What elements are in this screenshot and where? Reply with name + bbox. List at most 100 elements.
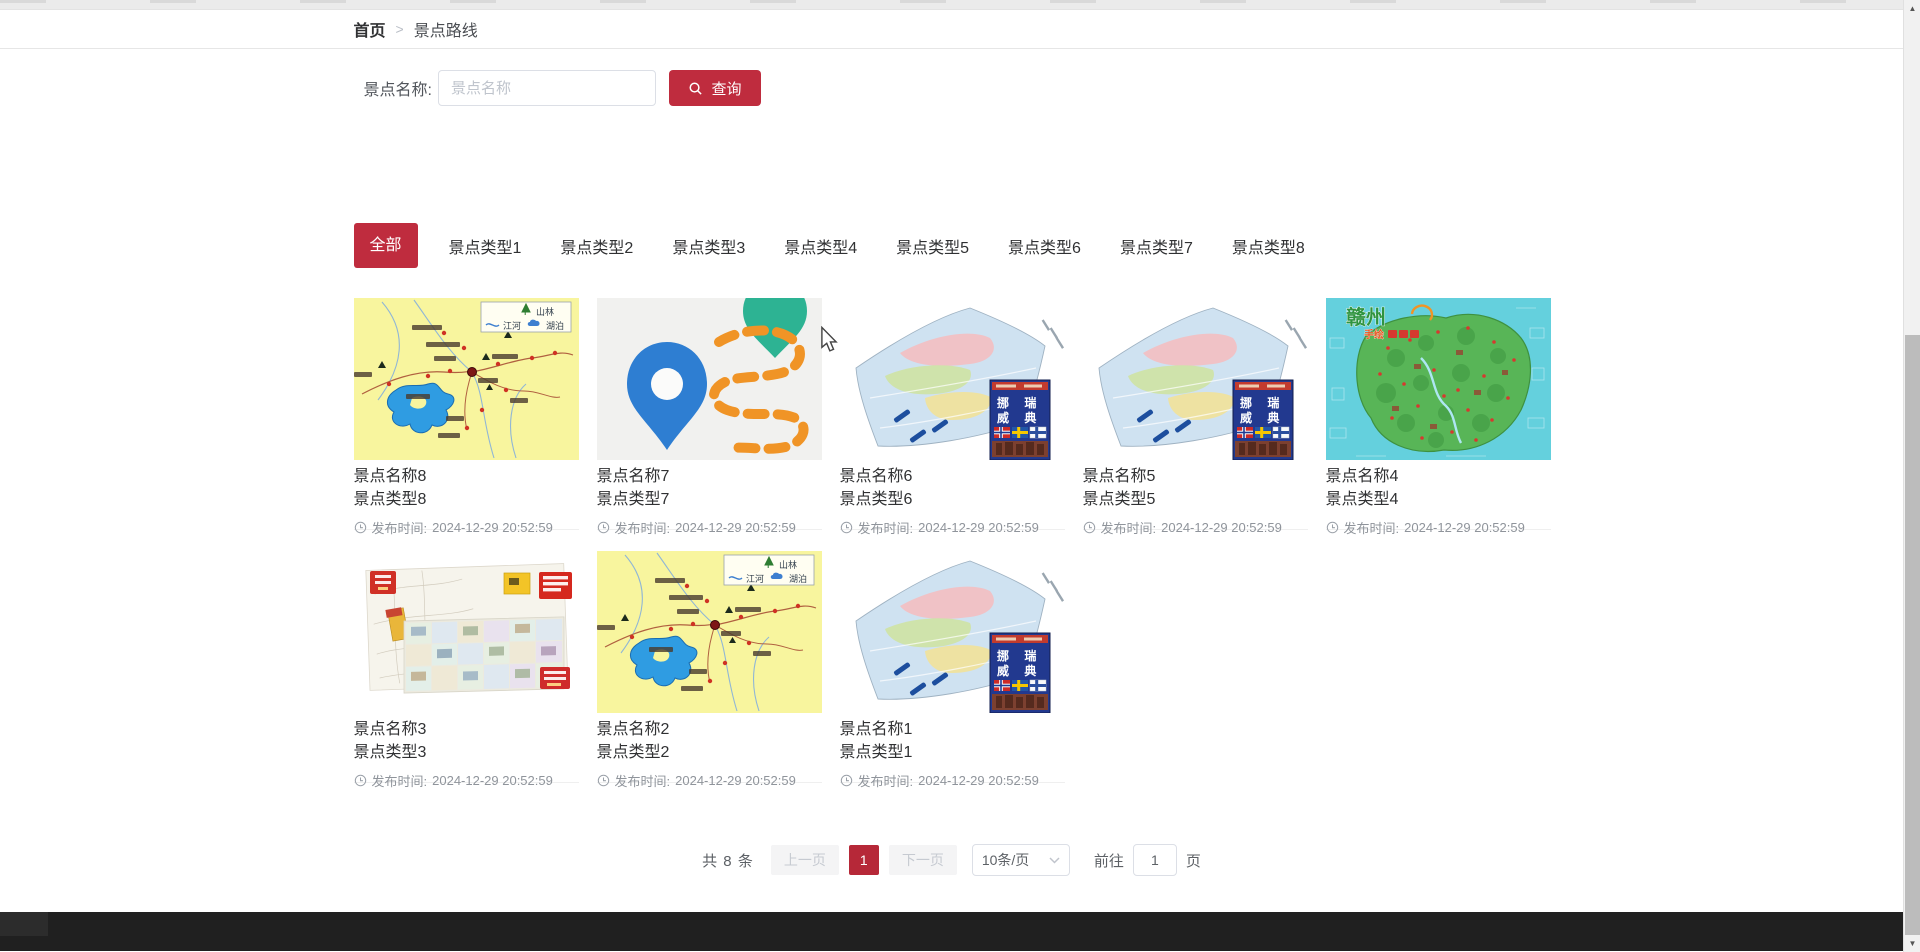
- scenic-card[interactable]: 景点名称8 景点类型8 发布时间: 2024-12-29 20:52:59: [353, 298, 579, 536]
- scenic-card[interactable]: 景点名称5 景点类型5 发布时间: 2024-12-29 20:52:59: [1082, 298, 1308, 536]
- breadcrumb-home-link[interactable]: 首页: [354, 17, 386, 41]
- search-form: 景点名称: 查询: [354, 70, 1550, 106]
- goto-suffix: 页: [1185, 852, 1201, 870]
- search-button[interactable]: 查询: [668, 70, 761, 106]
- clock-icon: [354, 521, 366, 534]
- card-type: 景点类型5: [1082, 491, 1156, 508]
- clock-icon: [597, 521, 609, 534]
- tabs-bar: 全部 景点类型1 景点类型2 景点类型3 景点类型4 景点类型5 景点类型6 景…: [353, 223, 1550, 268]
- breadcrumb-separator: >: [395, 21, 404, 37]
- goto-page-group: 前往 页: [1094, 844, 1201, 876]
- current-page-button[interactable]: 1: [848, 845, 879, 875]
- pagination: 共 8 条 上一页 1 下一页 10条/页 前往 页: [354, 844, 1550, 876]
- scenic-card[interactable]: 景点名称7 景点类型7 发布时间: 2024-12-29 20:52:59: [596, 298, 822, 536]
- tab-scenic-type-5[interactable]: 景点类型5: [896, 234, 969, 258]
- search-icon: [689, 82, 703, 95]
- card-image: [1082, 298, 1308, 460]
- tab-all[interactable]: 全部: [353, 223, 418, 268]
- publish-time-value: 2024-12-29 20:52:59: [918, 773, 1039, 788]
- tab-scenic-type-4[interactable]: 景点类型4: [784, 234, 857, 258]
- goto-page-input[interactable]: [1132, 844, 1177, 876]
- clock-icon: [840, 774, 852, 787]
- card-type: 景点类型4: [1325, 491, 1399, 508]
- next-page-button[interactable]: 下一页: [888, 845, 957, 875]
- card-type: 景点类型8: [353, 491, 427, 508]
- footer: [0, 912, 1903, 951]
- tab-scenic-type-2[interactable]: 景点类型2: [560, 234, 633, 258]
- prev-page-button[interactable]: 上一页: [770, 845, 839, 875]
- publish-time-label: 发布时间:: [371, 521, 428, 536]
- pagination-total: 共 8 条: [702, 852, 754, 870]
- card-image: [596, 298, 822, 460]
- publish-time-value: 2024-12-29 20:52:59: [1161, 520, 1282, 535]
- publish-time-value: 2024-12-29 20:52:59: [432, 773, 553, 788]
- publish-time-value: 2024-12-29 20:52:59: [675, 520, 796, 535]
- publish-time-label: 发布时间:: [857, 774, 914, 789]
- publish-time-label: 发布时间:: [857, 521, 914, 536]
- breadcrumb-current: 景点路线: [413, 23, 478, 40]
- card-title: 景点名称8: [353, 468, 427, 485]
- card-type: 景点类型6: [839, 491, 913, 508]
- scenic-card[interactable]: 景点名称2 景点类型2 发布时间: 2024-12-29 20:52:59: [596, 551, 822, 789]
- publish-time-label: 发布时间:: [1100, 521, 1157, 536]
- scenic-card[interactable]: 景点名称3 景点类型3 发布时间: 2024-12-29 20:52:59: [353, 551, 579, 789]
- card-title: 景点名称4: [1325, 468, 1399, 485]
- tab-scenic-type-6[interactable]: 景点类型6: [1008, 234, 1081, 258]
- tab-scenic-type-8[interactable]: 景点类型8: [1232, 234, 1305, 258]
- breadcrumb: 首页 > 景点路线: [354, 17, 1550, 41]
- publish-time-label: 发布时间:: [614, 774, 671, 789]
- card-publish-time: 发布时间: 2024-12-29 20:52:59: [354, 518, 579, 537]
- publish-time-value: 2024-12-29 20:52:59: [918, 520, 1039, 535]
- card-type: 景点类型2: [596, 744, 670, 761]
- goto-label: 前往: [1093, 852, 1124, 870]
- tab-scenic-type-3[interactable]: 景点类型3: [672, 234, 745, 258]
- card-publish-time: 发布时间: 2024-12-29 20:52:59: [1083, 518, 1308, 537]
- scroll-up-button[interactable]: ▲: [1904, 0, 1920, 17]
- card-publish-time: 发布时间: 2024-12-29 20:52:59: [840, 771, 1065, 790]
- card-publish-time: 发布时间: 2024-12-29 20:52:59: [597, 518, 822, 537]
- top-strip: [0, 0, 1903, 10]
- search-label: 景点名称:: [363, 82, 432, 99]
- tab-scenic-type-1[interactable]: 景点类型1: [449, 234, 522, 258]
- card-publish-time: 发布时间: 2024-12-29 20:52:59: [354, 771, 579, 790]
- scenic-card[interactable]: 景点名称6 景点类型6 发布时间: 2024-12-29 20:52:59: [839, 298, 1065, 536]
- footer-block: [0, 912, 48, 936]
- card-title: 景点名称2: [596, 721, 670, 738]
- publish-time-value: 2024-12-29 20:52:59: [432, 520, 553, 535]
- publish-time-value: 2024-12-29 20:52:59: [1404, 520, 1525, 535]
- tab-scenic-type-7[interactable]: 景点类型7: [1120, 234, 1193, 258]
- card-image: [596, 551, 822, 713]
- publish-time-label: 发布时间:: [1343, 521, 1400, 536]
- page-size-value: 10条/页: [981, 852, 1030, 868]
- scrollbar-thumb[interactable]: [1905, 335, 1920, 935]
- scrollbar[interactable]: ▲ ▼: [1903, 0, 1920, 952]
- card-publish-time: 发布时间: 2024-12-29 20:52:59: [840, 518, 1065, 537]
- search-button-label: 查询: [711, 80, 742, 98]
- clock-icon: [840, 521, 852, 534]
- page-size-select[interactable]: 10条/页: [971, 844, 1070, 876]
- scenic-card[interactable]: 景点名称4 景点类型4 发布时间: 2024-12-29 20:52:59: [1325, 298, 1551, 536]
- card-type: 景点类型3: [353, 744, 427, 761]
- clock-icon: [597, 774, 609, 787]
- publish-time-value: 2024-12-29 20:52:59: [675, 773, 796, 788]
- card-title: 景点名称6: [839, 468, 913, 485]
- card-image: [1325, 298, 1551, 460]
- card-title: 景点名称3: [353, 721, 427, 738]
- scroll-down-button[interactable]: ▼: [1904, 935, 1920, 952]
- card-title: 景点名称5: [1082, 468, 1156, 485]
- clock-icon: [1083, 521, 1095, 534]
- page-root: 首页 > 景点路线 景点名称: 查询 全部 景点类型1 景点类型2 景点类型3 …: [0, 0, 1920, 952]
- clock-icon: [1326, 521, 1338, 534]
- scenic-card[interactable]: 景点名称1 景点类型1 发布时间: 2024-12-29 20:52:59: [839, 551, 1065, 789]
- card-image: [839, 551, 1065, 713]
- search-input[interactable]: [437, 70, 656, 106]
- card-type: 景点类型1: [839, 744, 913, 761]
- card-image: [839, 298, 1065, 460]
- publish-time-label: 发布时间:: [371, 774, 428, 789]
- card-publish-time: 发布时间: 2024-12-29 20:52:59: [1326, 518, 1551, 537]
- chevron-down-icon: [1049, 856, 1060, 864]
- breadcrumb-bar: 首页 > 景点路线: [0, 10, 1903, 49]
- card-image: [353, 298, 579, 460]
- cards-grid: 景点名称8 景点类型8 发布时间: 2024-12-29 20:52:59 景点…: [353, 298, 1551, 789]
- card-publish-time: 发布时间: 2024-12-29 20:52:59: [597, 771, 822, 790]
